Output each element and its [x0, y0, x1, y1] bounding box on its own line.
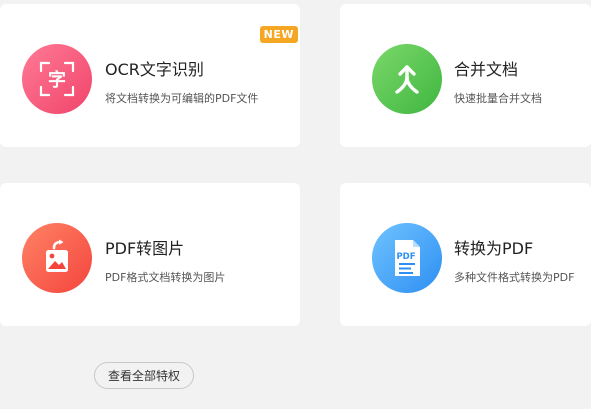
- feature-title-ocr: OCR文字识别: [105, 60, 204, 79]
- feature-title-pdf-to-image: PDF转图片: [105, 239, 185, 258]
- ocr-icon-glyph: 字: [48, 69, 66, 91]
- feature-desc-ocr: 将文档转换为可编辑的PDF文件: [105, 92, 259, 105]
- ocr-icon: 字: [22, 44, 92, 114]
- feature-card-merge[interactable]: 合并文档 快速批量合并文档: [340, 4, 591, 147]
- feature-desc-pdf-to-image: PDF格式文档转换为图片: [105, 271, 226, 284]
- new-badge: NEW: [259, 26, 298, 43]
- merge-icon: [372, 44, 442, 114]
- feature-title-convert-to-pdf: 转换为PDF: [454, 239, 534, 258]
- feature-card-pdf-to-image[interactable]: PDF转图片 PDF格式文档转换为图片: [0, 183, 300, 326]
- view-all-privileges-button[interactable]: 查看全部特权: [94, 362, 194, 389]
- convert-to-pdf-icon: PDF: [372, 223, 442, 293]
- feature-card-ocr[interactable]: 字 OCR文字识别 将文档转换为可编辑的PDF文件 NEW: [0, 4, 300, 147]
- feature-desc-merge: 快速批量合并文档: [454, 92, 542, 105]
- feature-desc-convert-to-pdf: 多种文件格式转换为PDF: [454, 271, 575, 284]
- feature-card-convert-to-pdf[interactable]: PDF 转换为PDF 多种文件格式转换为PDF: [340, 183, 591, 326]
- pdf-icon-label: PDF: [396, 252, 415, 262]
- feature-title-merge: 合并文档: [454, 60, 519, 79]
- pdf-to-image-icon: [22, 223, 92, 293]
